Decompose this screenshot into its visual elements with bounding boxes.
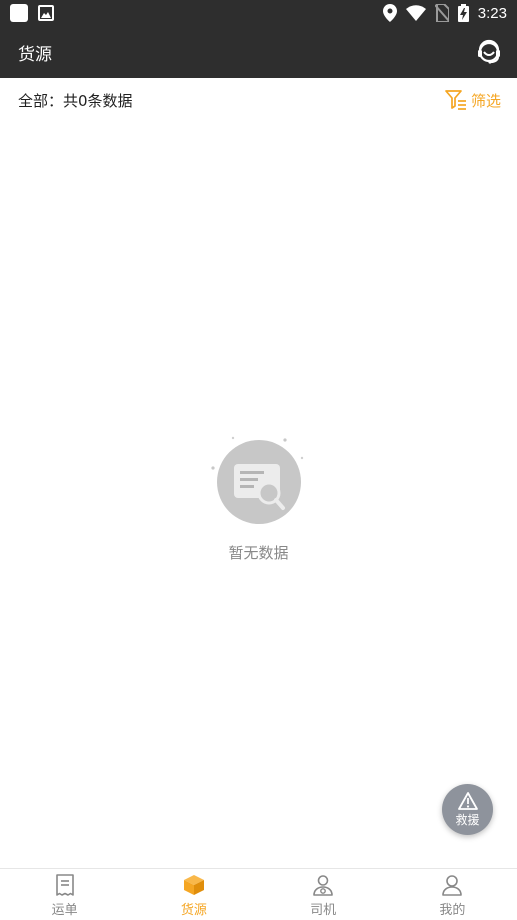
no-sim-icon [434,4,449,22]
rescue-label: 救援 [455,812,480,827]
headset-icon [478,39,500,64]
customer-service-button[interactable] [475,38,503,66]
page-title: 货源 [18,45,52,65]
nav-label-driver: 司机 [310,903,337,918]
battery-charging-icon [457,4,469,22]
system-status: 3:23 [382,3,507,23]
cargo-box-icon [183,875,204,895]
nav-label-profile: 我的 [439,903,466,918]
profile-icon [442,875,463,896]
nav-item-cargo[interactable]: 货源 [129,869,258,920]
filter-label: 筛选 [470,91,501,110]
nav-label-cargo: 货源 [180,903,207,918]
location-icon [382,4,397,22]
status-bar: 3:23 [0,0,517,26]
gallery-notification-icon [38,5,54,21]
empty-state: 暂无数据 [0,430,517,563]
title-bar: 货源 [0,26,517,78]
data-count-summary: 全部：共0条数据 [18,92,133,110]
nav-item-waybill[interactable]: 运单 [0,869,129,920]
filter-button[interactable]: 筛选 [445,87,501,113]
bottom-nav: 运单 货源 司机 我的 [0,868,517,920]
warning-icon [457,791,478,810]
app-notification-icon [10,4,28,22]
nav-item-profile[interactable]: 我的 [388,869,517,920]
no-data-illustration-icon [199,430,319,530]
filter-icon [445,90,466,110]
empty-message: 暂无数据 [228,544,289,562]
rescue-button[interactable]: 救援 [442,784,493,835]
notification-icons [10,4,54,22]
nav-label-waybill: 运单 [51,903,78,918]
driver-icon [313,875,333,896]
status-time: 3:23 [477,4,507,22]
waybill-icon [55,874,74,896]
nav-item-driver[interactable]: 司机 [259,869,388,920]
wifi-icon [405,5,426,21]
summary-row: 全部：共0条数据 筛选 [0,78,517,122]
